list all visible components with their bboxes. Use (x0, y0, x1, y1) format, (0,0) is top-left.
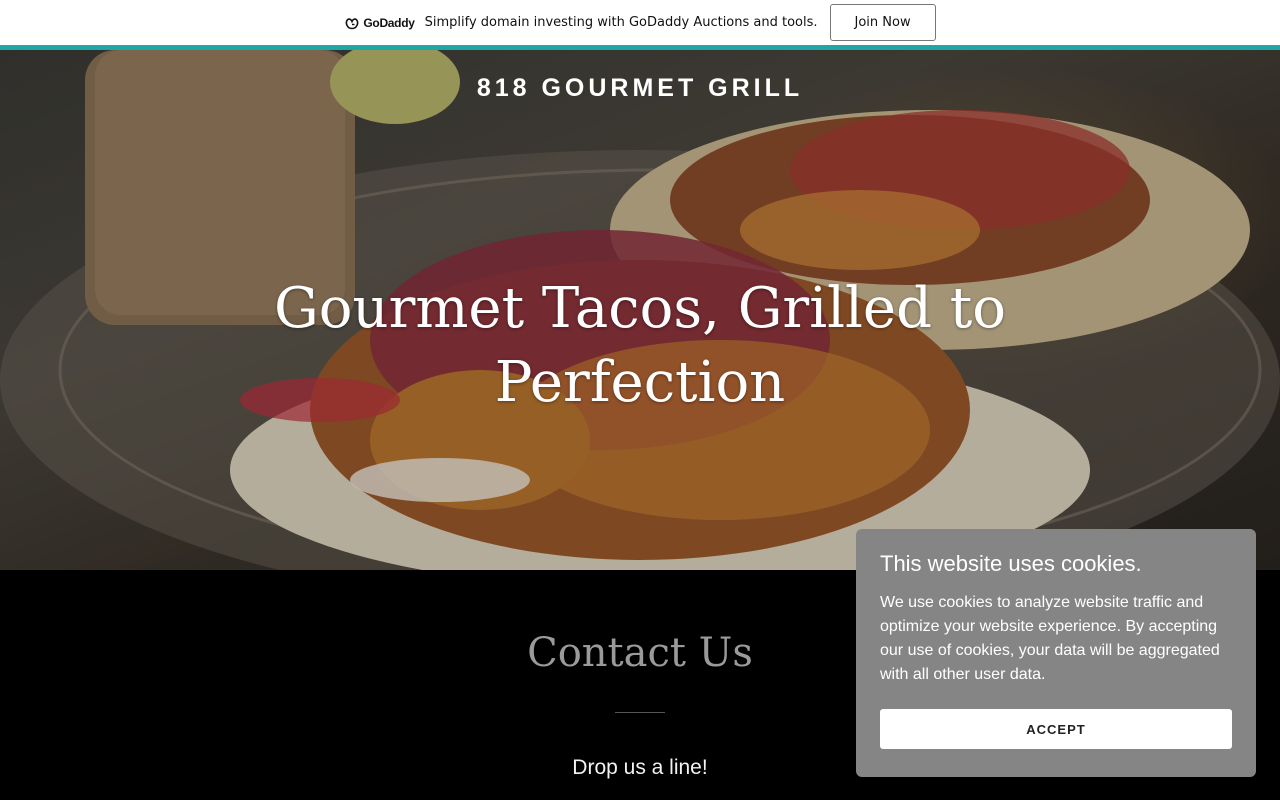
godaddy-logo[interactable]: GoDaddy (344, 15, 415, 30)
promo-message: Simplify domain investing with GoDaddy A… (424, 15, 818, 30)
cookie-banner-text: We use cookies to analyze website traffi… (880, 594, 1220, 683)
godaddy-logo-icon (346, 17, 359, 29)
godaddy-promo-bar: GoDaddy Simplify domain investing with G… (0, 0, 1280, 45)
section-divider (615, 712, 665, 713)
accept-cookies-button[interactable]: ACCEPT (880, 709, 1232, 749)
site-brand-title[interactable]: 818 GOURMET GRILL (0, 74, 1280, 103)
cookie-consent-banner: This website uses cookies. We use cookie… (856, 529, 1256, 777)
godaddy-logo-text: GoDaddy (363, 15, 415, 30)
cookie-banner-title: This website uses cookies. (880, 551, 1142, 576)
hero-section: 818 GOURMET GRILL Gourmet Tacos, Grilled… (0, 50, 1280, 570)
join-now-button[interactable]: Join Now (829, 4, 936, 41)
hero-headline: Gourmet Tacos, Grilled to Perfection (274, 276, 1006, 415)
